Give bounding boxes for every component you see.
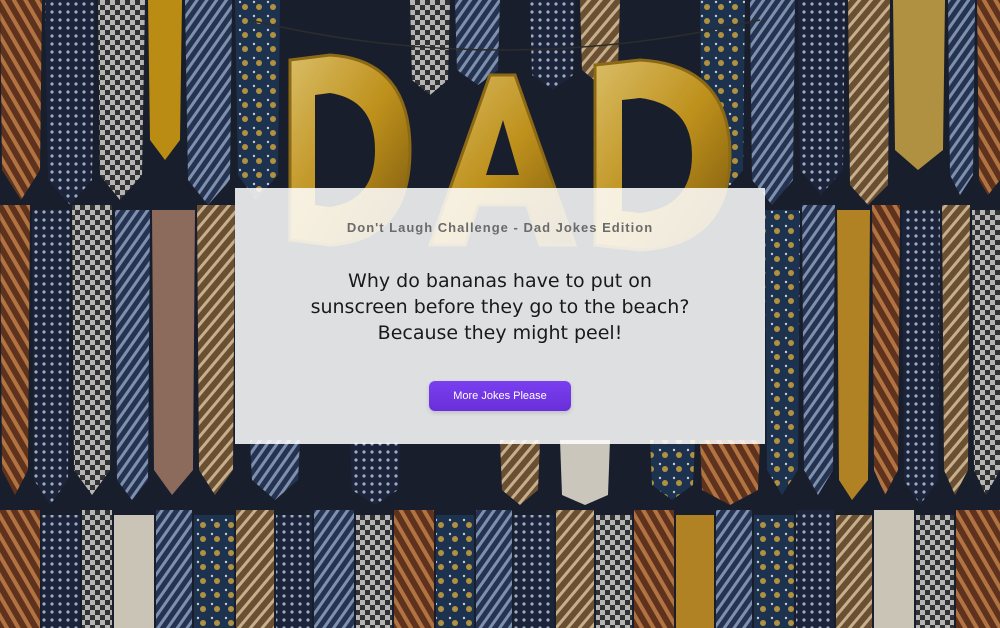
more-jokes-button[interactable]: More Jokes Please [429,381,571,411]
joke-answer: Because they might peel! [377,322,623,344]
page: Don't Laugh Challenge - Dad Jokes Editio… [0,0,1000,628]
joke-question-line-2: sunscreen before they go to the beach? [310,296,690,318]
joke-card: Don't Laugh Challenge - Dad Jokes Editio… [235,188,765,444]
joke-text: Why do bananas have to put on sunscreen … [295,268,705,346]
joke-question-line-1: Why do bananas have to put on [348,270,652,292]
card-title: Don't Laugh Challenge - Dad Jokes Editio… [346,220,654,235]
